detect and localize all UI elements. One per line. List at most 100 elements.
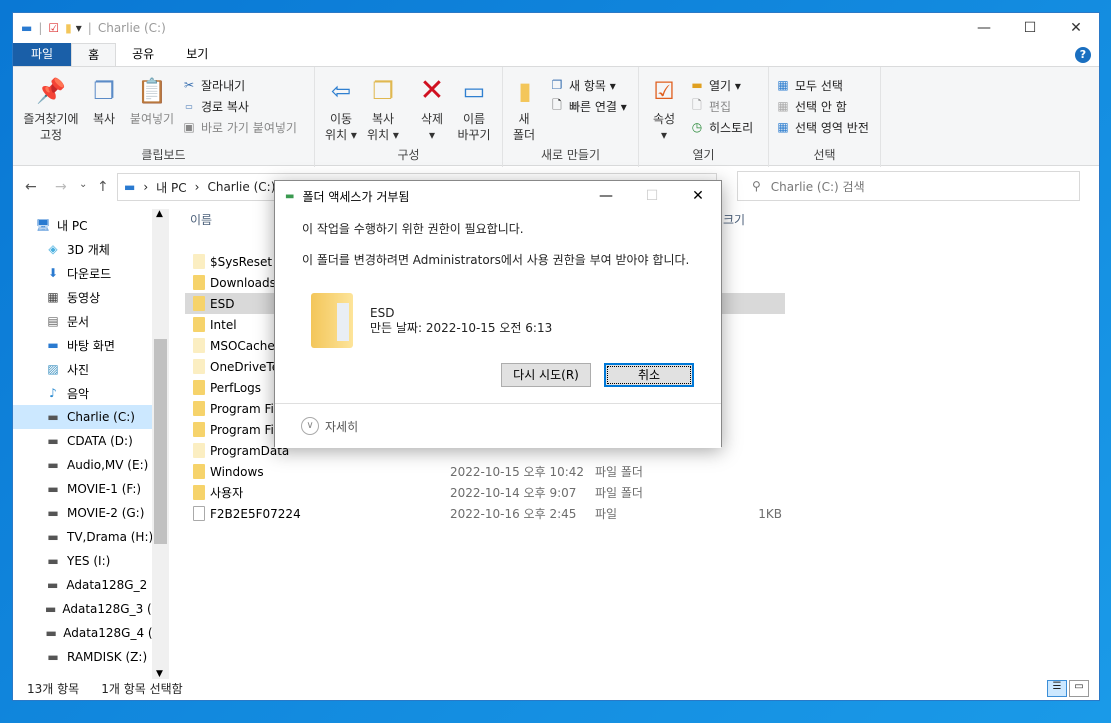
sidebar-item[interactable]: ◈ 3D 개체	[13, 237, 168, 261]
sidebar-item-label: TV,Drama (H:)	[67, 530, 154, 544]
delete-label: 삭제	[420, 112, 444, 126]
forward-button[interactable]: →	[55, 179, 67, 195]
scissors-icon: ✂	[183, 78, 195, 92]
sidebar-item[interactable]: ▬ MOVIE-1 (F:)	[13, 477, 168, 501]
open-button[interactable]: ▬ 열기 ▾	[689, 75, 741, 95]
drive-icon: ▬	[47, 482, 59, 496]
tab-share[interactable]: 공유	[116, 43, 170, 66]
access-denied-dialog: ▬ 폴더 액세스가 거부됨 — ☐ ✕ 이 작업을 수행하기 위한 권한이 필요…	[274, 180, 722, 448]
tab-view[interactable]: 보기	[170, 43, 224, 66]
breadcrumb-this-pc[interactable]: 내 PC	[156, 179, 186, 196]
sidebar-item[interactable]: ▬ Adata128G_4 (L:)	[13, 621, 168, 645]
tab-file[interactable]: 파일	[13, 43, 72, 66]
copy-button[interactable]: ❐ 복사	[87, 75, 121, 127]
select-all-button[interactable]: ▦ 모두 선택	[775, 75, 843, 95]
back-button[interactable]: ←	[25, 179, 37, 195]
help-icon[interactable]: ?	[1075, 47, 1091, 63]
folder-icon	[193, 254, 205, 269]
up-button[interactable]: ↑	[97, 179, 109, 195]
folder-icon	[193, 338, 205, 353]
select-none-button[interactable]: ▦ 선택 안 함	[775, 96, 847, 116]
sidebar-item[interactable]: ▬ CDATA (D:)	[13, 429, 168, 453]
pin-button[interactable]: 📌 즐겨찾기에 고정	[19, 75, 83, 143]
sidebar-item-label: 바탕 화면	[67, 338, 115, 353]
copy-to-button[interactable]: ❐ 복사 위치 ▾	[363, 75, 403, 143]
large-icons-view-icon[interactable]: ▭	[1069, 680, 1089, 697]
new-folder-button[interactable]: ▮ 새 폴더	[509, 75, 539, 143]
retry-button[interactable]: 다시 시도(R)	[501, 363, 591, 387]
edit-button[interactable]: 🗋 편집	[689, 96, 731, 116]
dialog-close-button[interactable]: ✕	[675, 181, 721, 211]
sidebar-item-label: MOVIE-1 (F:)	[67, 482, 142, 496]
recent-locations-button[interactable]: ⌄	[79, 179, 87, 190]
drive-icon: ▬	[45, 602, 57, 616]
group-clipboard: 📌 즐겨찾기에 고정 ❐ 복사 📋 붙여넣기 ✂ 잘라내기 ▭ 경로 복사 ▣ 바로 가기 붙…	[13, 67, 315, 167]
sidebar-item[interactable]: ▬ Adata128G_3 (K:)	[13, 597, 168, 621]
details-label: 자세히	[325, 419, 359, 434]
scrollbar-thumb[interactable]	[154, 339, 167, 544]
paste-button[interactable]: 📋 붙여넣기	[127, 75, 177, 127]
copy-path-button[interactable]: ▭ 경로 복사	[181, 96, 249, 116]
properties-button[interactable]: ☑ 속성 ▾	[647, 75, 681, 143]
cancel-button[interactable]: 취소	[604, 363, 694, 387]
delete-button[interactable]: ✕ 삭제 ▾	[415, 75, 449, 143]
file-row[interactable]: Windows 2022-10-15 오후 10:42 파일 폴더	[185, 461, 785, 482]
properties-check-icon: ☑	[653, 77, 675, 105]
easy-access-icon: 🗋	[552, 97, 562, 112]
sidebar-item[interactable]: ▬ MOVIE-2 (G:)	[13, 501, 168, 525]
column-header-name[interactable]: 이름	[190, 209, 212, 231]
sidebar-scrollbar[interactable]: ▲ ▼	[152, 209, 169, 679]
sidebar-item[interactable]: ♪ 음악	[13, 381, 168, 405]
sidebar-item[interactable]: ▦ 동영상	[13, 285, 168, 309]
file-type: 파일 폴더	[595, 486, 643, 500]
file-row[interactable]: 사용자 2022-10-14 오후 9:07 파일 폴더	[185, 482, 785, 503]
sidebar-item[interactable]: 🖥 내 PC	[13, 213, 168, 237]
properties-quick-icon[interactable]: ☑	[48, 21, 59, 35]
sidebar-item[interactable]: ▬ YES (I:)	[13, 549, 168, 573]
sidebar-item[interactable]: ▬ TV,Drama (H:)	[13, 525, 168, 549]
folder-icon	[193, 443, 205, 458]
move-to-button[interactable]: ⇦ 이동 위치 ▾	[321, 75, 361, 143]
easy-access-button[interactable]: 🗋 빠른 연결 ▾	[549, 96, 627, 116]
paste-shortcut-button[interactable]: ▣ 바로 가기 붙여넣기	[181, 117, 297, 137]
sidebar-item[interactable]: ▨ 사진	[13, 357, 168, 381]
folder-icon	[193, 401, 205, 416]
search-input[interactable]: ⚲ Charlie (C:) 검색	[737, 171, 1080, 201]
paste-shortcut-label: 바로 가기 붙여넣기	[201, 120, 297, 135]
sidebar-item[interactable]: ▬ 바탕 화면	[13, 333, 168, 357]
sidebar-item[interactable]: ▬ Adata128G_2 (J:)	[13, 573, 168, 597]
folder-icon	[193, 359, 205, 374]
select-none-label: 선택 안 함	[795, 99, 847, 114]
drive-icon: ▬	[47, 506, 59, 520]
sidebar-item-label: MOVIE-2 (G:)	[67, 506, 145, 520]
close-button[interactable]: ✕	[1053, 13, 1099, 43]
column-header-size[interactable]: 크기	[723, 209, 745, 231]
drive-icon: ▬	[47, 578, 59, 592]
details-toggle[interactable]: ∨ 자세히	[275, 403, 721, 448]
file-row[interactable]: F2B2E5F07224 2022-10-16 오후 2:45 파일 1KB	[185, 503, 785, 524]
rename-button[interactable]: ▭ 이름 바꾸기	[453, 75, 495, 143]
drive-icon: ▬	[21, 21, 33, 35]
group-select: ▦ 모두 선택 ▦ 선택 안 함 ▦ 선택 영역 반전 선택	[769, 67, 881, 167]
new-item-button[interactable]: ❐ 새 항목 ▾	[549, 75, 616, 95]
maximize-button[interactable]: ☐	[1007, 13, 1053, 43]
tab-home[interactable]: 홈	[71, 43, 117, 66]
history-button[interactable]: ◷ 히스토리	[689, 117, 753, 137]
sidebar-item[interactable]: ▬ RAMDISK (Z:)	[13, 645, 168, 669]
copy-to-icon: ❐	[372, 77, 394, 105]
sidebar-item[interactable]: ⬇ 다운로드	[13, 261, 168, 285]
new-folder-quick-icon[interactable]: ▮	[65, 21, 72, 35]
minimize-button[interactable]: —	[961, 13, 1007, 43]
sidebar-item[interactable]: ▬ Audio,MV (E:)	[13, 453, 168, 477]
pin-label: 즐겨찾기에	[23, 112, 79, 126]
invert-selection-button[interactable]: ▦ 선택 영역 반전	[775, 117, 869, 137]
dialog-minimize-button[interactable]: —	[583, 181, 629, 211]
cut-button[interactable]: ✂ 잘라내기	[181, 75, 245, 95]
sidebar-item[interactable]: ▬ Charlie (C:)	[13, 405, 168, 429]
customize-quick-access-icon[interactable]: ▾	[76, 21, 82, 35]
scroll-up-icon[interactable]: ▲	[156, 209, 163, 219]
rename-label: 이름	[462, 112, 486, 126]
details-view-icon[interactable]: ☰	[1047, 680, 1067, 697]
breadcrumb-drive[interactable]: Charlie (C:)	[207, 180, 275, 194]
sidebar-item[interactable]: ▤ 문서	[13, 309, 168, 333]
